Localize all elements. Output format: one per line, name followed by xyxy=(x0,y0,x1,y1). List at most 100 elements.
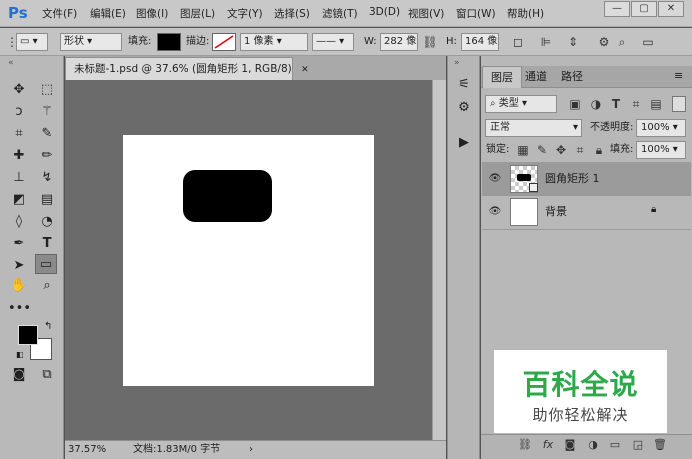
new-layer-icon[interactable]: ◲ xyxy=(630,437,646,453)
type-tool-icon[interactable]: T xyxy=(36,234,58,254)
new-group-icon[interactable]: ▭ xyxy=(607,437,623,453)
history-brush-tool-icon[interactable]: ↯ xyxy=(36,168,58,188)
fill-opacity-field[interactable]: 100% ▾ xyxy=(636,141,686,159)
pen-tool-icon[interactable]: ✒ xyxy=(8,234,30,254)
magic-wand-tool-icon[interactable]: ⚚ xyxy=(36,102,58,122)
lock-pixels-icon[interactable]: ✎ xyxy=(534,142,550,158)
shape-filter-icon[interactable]: ⌗ xyxy=(628,96,644,112)
menu-select[interactable]: 选择(S) xyxy=(274,6,310,21)
brush-tool-icon[interactable]: ✏ xyxy=(36,146,58,166)
gear-icon[interactable]: ⚙ xyxy=(596,34,612,50)
history-panel-icon[interactable]: ⚟ xyxy=(453,75,475,95)
tab-channels[interactable]: 通道 xyxy=(517,66,555,88)
layer-mask-icon[interactable]: ◙ xyxy=(562,437,578,453)
visibility-eye-icon[interactable]: 👁︎ xyxy=(488,172,502,186)
stroke-type-select[interactable]: —— ▾ xyxy=(312,33,354,51)
foreground-color-swatch[interactable] xyxy=(18,325,38,345)
vertical-scrollbar[interactable] xyxy=(432,80,446,440)
type-filter-icon[interactable]: T xyxy=(608,96,624,112)
status-menu-arrow-icon[interactable]: › xyxy=(249,441,253,459)
zoom-level[interactable]: 37.57% xyxy=(68,441,106,459)
photoshop-logo: Ps xyxy=(8,4,28,22)
shape-mode-select[interactable]: 形状 ▾ xyxy=(60,33,122,51)
move-tool-icon[interactable]: ✥ xyxy=(8,80,30,100)
marquee-tool-icon[interactable]: ⬚ xyxy=(36,80,58,100)
menu-edit[interactable]: 编辑(E) xyxy=(90,6,126,21)
path-arrangement-icon[interactable]: ⇕ xyxy=(565,34,581,50)
eraser-tool-icon[interactable]: ◩ xyxy=(8,190,30,210)
layer-filter-select[interactable]: ⌕ 类型 ▾ xyxy=(485,95,557,113)
menu-image[interactable]: 图像(I) xyxy=(136,6,168,21)
document-tab[interactable]: 未标题-1.psd @ 37.6% (圆角矩形 1, RGB/8) ✕ xyxy=(65,57,309,80)
default-colors-icon[interactable]: ◧ xyxy=(16,350,24,359)
path-operations-icon[interactable]: ◻ xyxy=(510,34,526,50)
menu-window[interactable]: 窗口(W) xyxy=(456,6,496,21)
layer-style-icon[interactable]: fx xyxy=(540,437,556,453)
lock-all-icon[interactable]: 🔒︎ xyxy=(591,142,607,158)
blur-tool-icon[interactable]: ◊ xyxy=(8,212,30,232)
actions-panel-icon[interactable]: ▶ xyxy=(453,133,475,153)
minimize-button[interactable]: — xyxy=(604,1,630,17)
lock-transparency-icon[interactable]: ▦ xyxy=(515,142,531,158)
swap-colors-icon[interactable]: ↰ xyxy=(44,321,52,332)
layer-lock-icon: 🔒︎ xyxy=(651,204,657,215)
zoom-tool-icon[interactable]: ⌕ xyxy=(36,276,58,296)
lock-artboard-icon[interactable]: ⌗ xyxy=(572,142,588,158)
rounded-rectangle-shape[interactable] xyxy=(183,170,272,222)
menu-view[interactable]: 视图(V) xyxy=(408,6,444,21)
layer-name[interactable]: 背景 xyxy=(545,205,567,219)
menu-filter[interactable]: 滤镜(T) xyxy=(322,6,358,21)
stroke-width-field[interactable]: 1 像素 ▾ xyxy=(240,33,308,51)
smart-object-filter-icon[interactable]: ▤ xyxy=(648,96,664,112)
opacity-field[interactable]: 100% ▾ xyxy=(636,119,686,137)
tab-paths[interactable]: 路径 xyxy=(553,66,591,88)
menu-3d[interactable]: 3D(D) xyxy=(369,6,400,18)
lock-position-icon[interactable]: ✥ xyxy=(553,142,569,158)
dodge-tool-icon[interactable]: ◔ xyxy=(36,212,58,232)
restore-button[interactable]: ▢ xyxy=(631,1,657,17)
width-field[interactable]: 282 像素 xyxy=(380,33,418,51)
gradient-tool-icon[interactable]: ▤ xyxy=(36,190,58,210)
shape-layer-badge-icon xyxy=(529,183,538,192)
more-tools-icon[interactable]: ••• xyxy=(8,299,31,319)
menu-type[interactable]: 文字(Y) xyxy=(227,6,263,21)
rectangle-tool-icon[interactable]: ▭ xyxy=(35,254,57,274)
menu-help[interactable]: 帮助(H) xyxy=(507,6,544,21)
fill-color-swatch[interactable] xyxy=(157,33,181,51)
link-icon[interactable]: ⛓ xyxy=(422,34,438,50)
filter-toggle[interactable] xyxy=(672,96,686,112)
blend-mode-select[interactable]: 正常 ▾ xyxy=(485,119,582,137)
tool-preset-picker[interactable]: ▭ ▾ xyxy=(16,33,48,51)
layer-thumbnail-shape xyxy=(510,165,538,193)
workspace-icon[interactable]: ▭ xyxy=(640,34,656,50)
pixel-filter-icon[interactable]: ▣ xyxy=(567,96,583,112)
close-tab-icon[interactable]: ✕ xyxy=(301,65,309,75)
crop-tool-icon[interactable]: ⌗ xyxy=(8,124,30,144)
healing-brush-tool-icon[interactable]: ✚ xyxy=(8,146,30,166)
quick-mask-icon[interactable]: ◙ xyxy=(8,365,30,385)
collapse-icon[interactable]: « xyxy=(8,58,14,68)
search-icon[interactable]: ⌕ xyxy=(614,34,630,50)
lasso-tool-icon[interactable]: ↄ xyxy=(8,102,30,122)
height-field[interactable]: 164 像素 xyxy=(461,33,499,51)
screen-mode-icon[interactable]: ⧉ xyxy=(36,365,58,385)
eyedropper-tool-icon[interactable]: ✎ xyxy=(36,124,58,144)
link-layers-icon[interactable]: ⛓ xyxy=(517,437,533,453)
tab-layers[interactable]: 图层 xyxy=(482,66,522,88)
properties-panel-icon[interactable]: ⚙ xyxy=(453,98,475,118)
adjustment-layer-icon[interactable]: ◑ xyxy=(585,437,601,453)
layer-name[interactable]: 圆角矩形 1 xyxy=(545,172,600,186)
path-selection-tool-icon[interactable]: ➤ xyxy=(8,256,30,276)
visibility-eye-icon[interactable]: 👁︎ xyxy=(488,205,502,219)
adjustment-filter-icon[interactable]: ◑ xyxy=(588,96,604,112)
collapse-dock-icon[interactable]: » xyxy=(454,58,460,68)
clone-stamp-tool-icon[interactable]: ⊥ xyxy=(8,168,30,188)
stroke-color-swatch[interactable] xyxy=(212,33,236,51)
close-button[interactable]: ✕ xyxy=(658,1,684,17)
menu-layer[interactable]: 图层(L) xyxy=(180,6,215,21)
hand-tool-icon[interactable]: ✋ xyxy=(8,276,30,296)
menu-file[interactable]: 文件(F) xyxy=(42,6,77,21)
path-alignment-icon[interactable]: ⊫ xyxy=(538,34,554,50)
panel-menu-icon[interactable]: ≡ xyxy=(674,69,683,82)
delete-layer-icon[interactable]: 🗑︎ xyxy=(652,437,668,453)
